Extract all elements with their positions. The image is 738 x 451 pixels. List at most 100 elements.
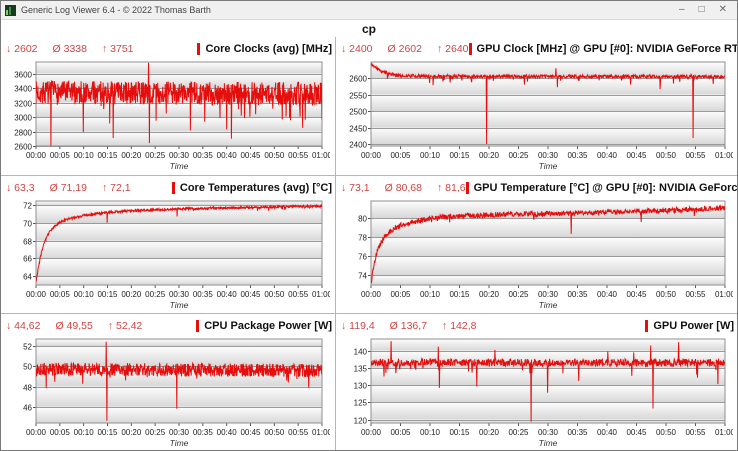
chart-plot-core-clocks[interactable]: 26002800300032003400360000:0000:0500:100…: [6, 58, 330, 172]
svg-text:Time: Time: [539, 438, 558, 448]
chart-plot-cpu-package-power[interactable]: 4648505200:0000:0500:1000:1500:2000:2500…: [6, 335, 330, 449]
svg-text:3600: 3600: [14, 71, 32, 80]
svg-text:70: 70: [23, 220, 32, 229]
svg-text:00:05: 00:05: [390, 290, 411, 299]
svg-text:00:55: 00:55: [685, 151, 706, 160]
svg-text:00:00: 00:00: [26, 428, 47, 437]
svg-text:00:35: 00:35: [193, 428, 214, 437]
svg-text:00:40: 00:40: [217, 428, 238, 437]
svg-text:46: 46: [23, 404, 32, 413]
svg-text:120: 120: [354, 417, 368, 426]
svg-text:00:45: 00:45: [626, 151, 647, 160]
svg-text:00:45: 00:45: [240, 151, 261, 160]
svg-text:00:50: 00:50: [264, 290, 285, 299]
svg-text:00:50: 00:50: [656, 151, 677, 160]
svg-text:00:10: 00:10: [74, 290, 95, 299]
svg-text:00:05: 00:05: [50, 290, 71, 299]
legend-color-bar: [172, 182, 175, 194]
svg-text:00:15: 00:15: [449, 151, 470, 160]
chart-plot-gpu-temperature[interactable]: 7476788000:0000:0500:1000:1500:2000:2500…: [341, 197, 733, 311]
chart-plot-gpu-clock[interactable]: 2400245025002550260000:0000:0500:1000:15…: [341, 58, 733, 172]
svg-text:00:15: 00:15: [97, 151, 118, 160]
svg-text:01:00: 01:00: [715, 428, 733, 437]
svg-text:00:50: 00:50: [264, 428, 285, 437]
chart-stats: ↓ 44,62 Ø 49,55 ↑ 52,42: [6, 320, 142, 332]
svg-text:00:25: 00:25: [508, 290, 529, 299]
stat-avg: Ø 136,7: [390, 320, 427, 332]
svg-text:00:20: 00:20: [479, 151, 500, 160]
svg-text:130: 130: [354, 382, 368, 391]
svg-text:00:45: 00:45: [626, 290, 647, 299]
svg-text:00:00: 00:00: [361, 151, 382, 160]
stat-max: ↑ 3751: [102, 43, 134, 55]
svg-text:76: 76: [358, 253, 367, 262]
legend-color-bar: [645, 320, 648, 332]
svg-text:00:25: 00:25: [145, 290, 166, 299]
svg-text:52: 52: [23, 343, 32, 352]
chart-title: CPU Package Power [W]: [204, 320, 332, 332]
svg-text:00:45: 00:45: [240, 290, 261, 299]
svg-text:00:10: 00:10: [74, 151, 95, 160]
chart-panel-cpu-package-power: ↓ 44,62 Ø 49,55 ↑ 52,42 CPU Package Powe…: [1, 313, 336, 451]
chart-title: Core Temperatures (avg) [°C]: [180, 182, 332, 194]
svg-text:125: 125: [354, 399, 368, 408]
chart-panel-core-temperatures: ↓ 63,3 Ø 71,19 ↑ 72,1 Core Temperatures …: [1, 175, 336, 313]
charts-grid: ↓ 2602 Ø 3338 ↑ 3751 Core Clocks (avg) […: [1, 37, 737, 451]
svg-text:00:30: 00:30: [169, 151, 190, 160]
app-window: Generic Log Viewer 6.4 - © 2022 Thomas B…: [0, 0, 738, 451]
svg-text:68: 68: [23, 238, 32, 247]
svg-text:00:10: 00:10: [420, 151, 441, 160]
svg-text:3200: 3200: [14, 100, 32, 109]
svg-text:00:05: 00:05: [50, 151, 71, 160]
svg-text:66: 66: [23, 255, 32, 264]
stat-max: ↑ 142,8: [442, 320, 476, 332]
svg-text:00:25: 00:25: [145, 428, 166, 437]
svg-text:00:20: 00:20: [121, 151, 142, 160]
svg-text:3400: 3400: [14, 85, 32, 94]
stat-min: ↓ 2400: [341, 43, 373, 55]
svg-text:72: 72: [23, 202, 32, 211]
svg-text:00:55: 00:55: [685, 290, 706, 299]
svg-text:2400: 2400: [349, 141, 367, 150]
svg-text:74: 74: [358, 272, 367, 281]
svg-text:2600: 2600: [349, 75, 367, 84]
svg-text:Time: Time: [170, 300, 189, 310]
maximize-button[interactable]: □: [699, 5, 705, 15]
svg-text:00:05: 00:05: [50, 428, 71, 437]
chart-panel-gpu-power: ↓ 119,4 Ø 136,7 ↑ 142,8 GPU Power [W] 12…: [336, 313, 737, 451]
svg-text:78: 78: [358, 234, 367, 243]
legend-color-bar: [466, 182, 469, 194]
chart-panel-core-clocks: ↓ 2602 Ø 3338 ↑ 3751 Core Clocks (avg) […: [1, 37, 336, 175]
minimize-button[interactable]: –: [679, 5, 685, 15]
svg-text:2550: 2550: [349, 92, 367, 101]
svg-text:00:25: 00:25: [508, 151, 529, 160]
svg-text:00:05: 00:05: [390, 428, 411, 437]
stat-min: ↓ 63,3: [6, 182, 35, 194]
chart-stats: ↓ 2602 Ø 3338 ↑ 3751: [6, 43, 134, 55]
svg-text:00:30: 00:30: [169, 290, 190, 299]
stat-max: ↑ 72,1: [102, 182, 131, 194]
svg-text:01:00: 01:00: [312, 290, 330, 299]
chart-title: GPU Power [W]: [653, 320, 734, 332]
svg-text:Time: Time: [170, 438, 189, 448]
chart-plot-core-temperatures[interactable]: 646668707200:0000:0500:1000:1500:2000:25…: [6, 197, 330, 311]
close-button[interactable]: ✕: [719, 5, 727, 15]
svg-text:00:00: 00:00: [361, 290, 382, 299]
svg-text:Time: Time: [170, 161, 189, 171]
svg-text:00:50: 00:50: [656, 290, 677, 299]
chart-title: GPU Clock [MHz] @ GPU [#0]: NVIDIA GeFor…: [477, 43, 737, 55]
titlebar[interactable]: Generic Log Viewer 6.4 - © 2022 Thomas B…: [1, 1, 737, 20]
chart-stats: ↓ 2400 Ø 2602 ↑ 2640: [341, 43, 469, 55]
chart-plot-gpu-power[interactable]: 12012513013514000:0000:0500:1000:1500:20…: [341, 335, 733, 449]
chart-stats: ↓ 119,4 Ø 136,7 ↑ 142,8: [341, 320, 477, 332]
svg-text:64: 64: [23, 273, 32, 282]
window-title: Generic Log Viewer 6.4 - © 2022 Thomas B…: [21, 5, 679, 15]
svg-text:00:55: 00:55: [288, 290, 309, 299]
svg-text:2800: 2800: [14, 129, 32, 138]
svg-text:01:00: 01:00: [715, 290, 733, 299]
svg-text:00:10: 00:10: [74, 428, 95, 437]
stat-avg: Ø 71,19: [50, 182, 87, 194]
svg-text:00:20: 00:20: [121, 290, 142, 299]
svg-text:00:40: 00:40: [217, 151, 238, 160]
page-title: cp: [1, 20, 737, 37]
